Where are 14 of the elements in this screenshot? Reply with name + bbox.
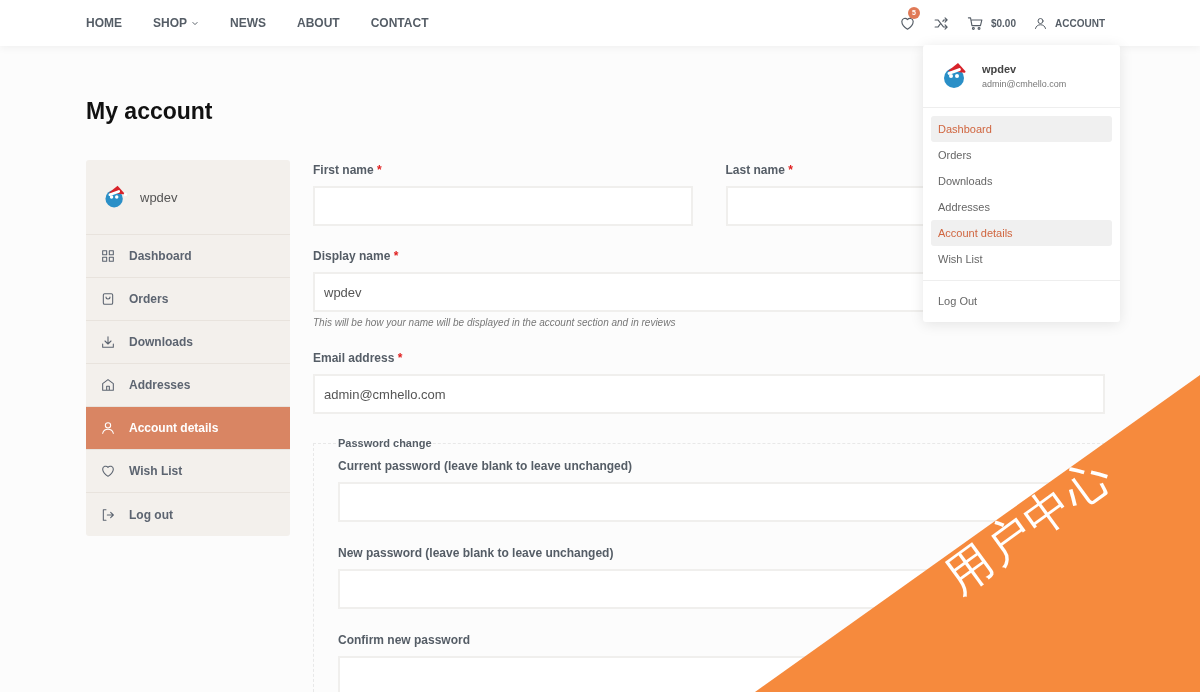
ribbon-label: 用户中心 [933, 445, 1123, 606]
page-title: My account [86, 98, 214, 124]
field-label: Last name * [725, 163, 793, 177]
fieldset-legend: Password change [338, 437, 432, 449]
help-text: This will be how your name will be displayed in the account section and in reviews [313, 317, 677, 328]
field-label: First name * [313, 163, 382, 177]
field-label: Email address * [313, 351, 403, 365]
field-label: New password (leave blank to leave unchanged) [338, 546, 614, 560]
user-name: wpdev [140, 189, 178, 205]
user-email: admin@cmhello.com [982, 79, 1067, 89]
field-label: Current password (leave blank to leave unchanged) [338, 459, 633, 473]
field-label: Confirm new password [338, 633, 471, 647]
field-label: Display name * [313, 249, 399, 263]
user-name: wpdev [982, 63, 1018, 75]
